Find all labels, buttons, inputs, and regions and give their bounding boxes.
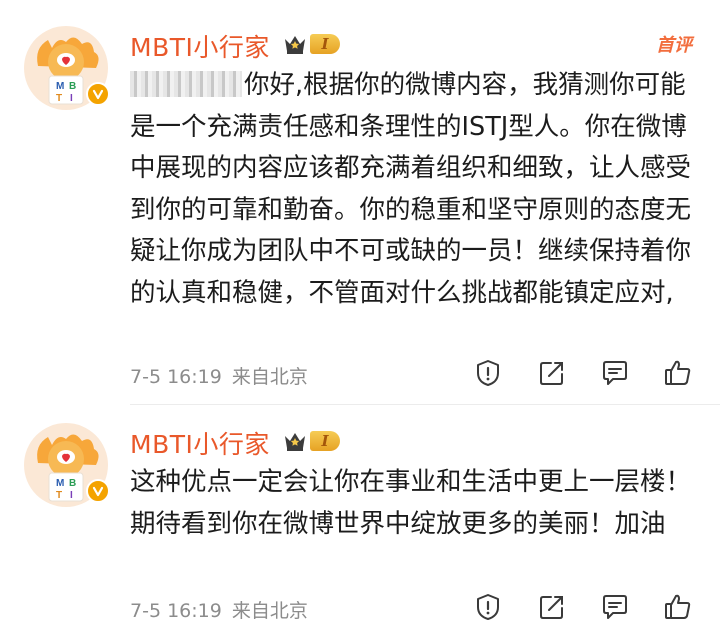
reply-button[interactable] (598, 590, 632, 624)
svg-text:T: T (56, 490, 62, 501)
comment-item: M B T I MBTI小行家 I 首评 你好,根据你的微博内容，我猜测你可能是… (0, 0, 720, 405)
comment-meta: 7-5 16:19 来自北京 (130, 596, 308, 623)
comment-meta: 7-5 16:19 来自北京 (130, 362, 308, 389)
crown-icon (285, 36, 305, 54)
comment-location: 来自北京 (231, 366, 308, 388)
comment-item: M B T I MBTI小行家 I 这种优点一定会让你在事业和生活中更上一层楼！… (0, 405, 720, 639)
report-button[interactable] (471, 356, 505, 390)
svg-text:B: B (69, 478, 76, 489)
repost-button[interactable] (535, 590, 569, 624)
svg-text:M: M (56, 478, 64, 489)
comment-text-block: 你好,根据你的微博内容，我猜测你可能是一个充满责任感和条理性的ISTJ型人。你在… (130, 65, 700, 314)
level-value: I (310, 431, 340, 451)
level-value: I (310, 34, 340, 54)
report-button[interactable] (471, 590, 505, 624)
repost-icon (540, 596, 563, 619)
comment-time: 7-5 16:19 (130, 366, 222, 388)
repost-button[interactable] (535, 356, 569, 390)
comment-text: 你好,根据你的微博内容，我猜测你可能是一个充满责任感和条理性的ISTJ型人。你在… (130, 70, 692, 308)
svg-text:T: T (56, 93, 62, 104)
reply-button[interactable] (598, 356, 632, 390)
svg-text:I: I (70, 93, 73, 104)
like-icon (665, 360, 691, 385)
svg-text:B: B (69, 81, 76, 92)
like-button[interactable] (661, 356, 695, 390)
mention-redacted[interactable] (130, 71, 242, 97)
comment-location: 来自北京 (231, 600, 308, 622)
like-button[interactable] (661, 590, 695, 624)
report-icon (477, 360, 499, 386)
comment-icon (603, 595, 627, 619)
avatar[interactable]: M B T I (24, 26, 110, 110)
like-icon (665, 594, 691, 619)
first-comment-tag: 首评 (656, 35, 692, 56)
comment-author[interactable]: MBTI小行家 (130, 28, 270, 64)
verified-badge-icon (86, 82, 110, 106)
user-level-badge: I (282, 427, 340, 455)
verified-badge-icon (86, 479, 110, 503)
crown-icon (285, 433, 305, 451)
repost-icon (540, 362, 563, 385)
svg-text:M: M (56, 81, 64, 92)
comment-icon (603, 361, 627, 385)
comment-text: 这种优点一定会让你在事业和生活中更上一层楼！期待看到你在微博世界中绽放更多的美丽… (130, 467, 692, 539)
comment-author[interactable]: MBTI小行家 (130, 425, 270, 461)
report-icon (477, 594, 499, 620)
avatar[interactable]: M B T I (24, 423, 110, 507)
user-level-badge: I (282, 30, 340, 58)
comment-time: 7-5 16:19 (130, 600, 222, 622)
svg-text:I: I (70, 490, 73, 501)
